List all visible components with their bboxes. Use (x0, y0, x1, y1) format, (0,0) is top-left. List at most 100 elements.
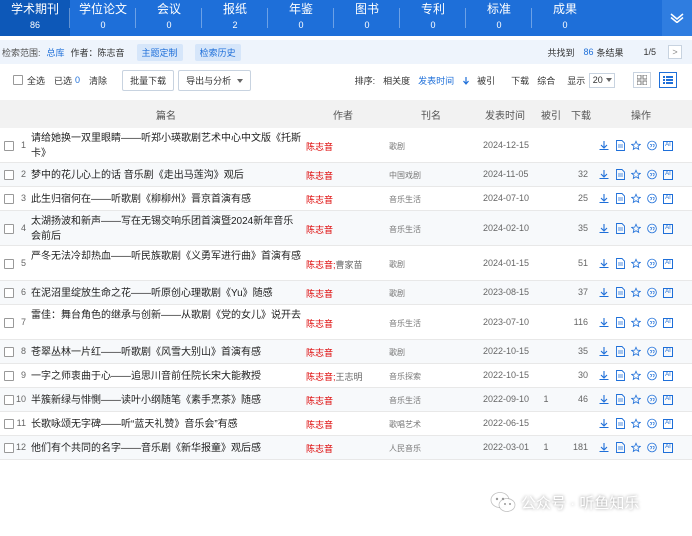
article-title-link[interactable]: 严冬无法冷却热血——听民族歌剧《义勇军进行曲》首演有感 (31, 249, 301, 264)
download-icon[interactable] (599, 317, 609, 328)
page-size-select[interactable]: 20 (589, 72, 616, 88)
row-checkbox[interactable] (4, 371, 14, 381)
favorite-star-icon[interactable] (631, 140, 641, 151)
cite-quote-icon[interactable] (647, 418, 657, 429)
read-html-icon[interactable] (615, 418, 625, 429)
ai-assist-icon[interactable]: AI (663, 287, 673, 298)
sort-cite[interactable]: 被引 (477, 74, 495, 87)
row-checkbox[interactable] (4, 141, 14, 151)
search-history-button[interactable]: 检索历史 (194, 43, 241, 61)
favorite-star-icon[interactable] (631, 169, 641, 180)
ai-assist-icon[interactable]: AI (663, 140, 673, 151)
author-link[interactable]: 陈志音; (306, 260, 336, 270)
ai-assist-icon[interactable]: AI (663, 193, 673, 204)
row-checkbox[interactable] (4, 395, 14, 405)
article-title-link[interactable]: 苍翠丛林一片红——听歌剧《风雪大别山》首演有感 (31, 345, 301, 360)
coauthor-link[interactable]: 王志明 (336, 372, 363, 382)
ai-assist-icon[interactable]: AI (663, 223, 673, 234)
download-icon[interactable] (599, 287, 609, 298)
read-html-icon[interactable] (615, 394, 625, 405)
tab-3[interactable]: 报纸 2 (202, 0, 268, 36)
row-checkbox[interactable] (4, 194, 14, 204)
topic-subscribe-button[interactable]: 主题定制 (136, 43, 183, 61)
read-html-icon[interactable] (615, 317, 625, 328)
download-icon[interactable] (599, 223, 609, 234)
row-checkbox[interactable] (4, 170, 14, 180)
next-page-button[interactable]: > (668, 45, 682, 59)
grid-view-button[interactable] (633, 72, 652, 88)
tab-2[interactable]: 会议 0 (136, 0, 202, 36)
select-all-checkbox[interactable] (13, 75, 23, 85)
download-icon[interactable] (599, 193, 609, 204)
tab-1[interactable]: 学位论文 0 (70, 0, 136, 36)
row-checkbox[interactable] (4, 347, 14, 357)
read-html-icon[interactable] (615, 258, 625, 269)
favorite-star-icon[interactable] (631, 346, 641, 357)
article-title-link[interactable]: 太湖扬波和新声——写在无锡交响乐团首演暨2024新年音乐会前后 (31, 214, 301, 244)
download-icon[interactable] (599, 394, 609, 405)
cite-quote-icon[interactable] (647, 287, 657, 298)
article-title-link[interactable]: 雷佳：舞台角色的继承与创新——从歌剧《党的女儿》说开去 (31, 308, 301, 323)
scope-database-link[interactable]: 总库 (47, 46, 65, 59)
article-title-link[interactable]: 请给她换一双里眼睛——听郑小瑛歌剧艺术中心中文版《托斯卡》 (31, 131, 301, 161)
read-html-icon[interactable] (615, 140, 625, 151)
article-title-link[interactable]: 梦中的花儿心上的话 音乐剧《走出马莲沟》观后 (31, 168, 301, 183)
favorite-star-icon[interactable] (631, 258, 641, 269)
author-link[interactable]: 陈志音 (306, 319, 333, 329)
tab-7[interactable]: 标准 0 (466, 0, 532, 36)
favorite-star-icon[interactable] (631, 442, 641, 453)
header-cite[interactable]: 被引 (541, 107, 561, 122)
cite-quote-icon[interactable] (647, 442, 657, 453)
read-html-icon[interactable] (615, 346, 625, 357)
row-checkbox[interactable] (4, 288, 14, 298)
cite-count[interactable]: 1 (536, 394, 556, 404)
journal-link[interactable]: 音乐生活 (389, 318, 421, 329)
favorite-star-icon[interactable] (631, 193, 641, 204)
article-title-link[interactable]: 此生归宿何在——听歌剧《柳柳州》晋京首演有感 (31, 192, 301, 207)
article-title-link[interactable]: 一字之师衷曲于心——追思川音前任院长宋大能教授 (31, 369, 301, 384)
tab-0[interactable]: 学术期刊 86 (0, 0, 70, 36)
batch-download-button[interactable]: 批量下载 (122, 69, 175, 91)
header-download[interactable]: 下载 (571, 107, 591, 122)
article-title-link[interactable]: 他们有个共同的名字——音乐剧《新华报童》观后感 (31, 441, 301, 456)
favorite-star-icon[interactable] (631, 317, 641, 328)
journal-link[interactable]: 人民音乐 (389, 443, 421, 454)
journal-link[interactable]: 音乐生活 (389, 395, 421, 406)
cite-count[interactable]: 1 (536, 442, 556, 452)
author-link[interactable]: 陈志音 (306, 289, 333, 299)
row-checkbox[interactable] (4, 443, 14, 453)
export-analysis-button[interactable]: 导出与分析 (178, 69, 251, 91)
tab-6[interactable]: 专利 0 (400, 0, 466, 36)
journal-link[interactable]: 音乐生活 (389, 224, 421, 235)
author-link[interactable]: 陈志音 (306, 420, 333, 430)
sort-download[interactable]: 下载 (511, 74, 529, 87)
journal-link[interactable]: 歌剧 (389, 288, 405, 299)
read-html-icon[interactable] (615, 287, 625, 298)
favorite-star-icon[interactable] (631, 223, 641, 234)
sort-relevance[interactable]: 相关度 (383, 74, 410, 87)
journal-link[interactable]: 歌剧 (389, 347, 405, 358)
author-link[interactable]: 陈志音 (306, 225, 333, 235)
read-html-icon[interactable] (615, 169, 625, 180)
read-html-icon[interactable] (615, 442, 625, 453)
cite-quote-icon[interactable] (647, 223, 657, 234)
cite-quote-icon[interactable] (647, 317, 657, 328)
ai-assist-icon[interactable]: AI (663, 258, 673, 269)
ai-assist-icon[interactable]: AI (663, 370, 673, 381)
cite-quote-icon[interactable] (647, 169, 657, 180)
favorite-star-icon[interactable] (631, 394, 641, 405)
cite-quote-icon[interactable] (647, 346, 657, 357)
row-checkbox[interactable] (4, 259, 14, 269)
download-icon[interactable] (599, 258, 609, 269)
row-checkbox[interactable] (4, 224, 14, 234)
cite-quote-icon[interactable] (647, 370, 657, 381)
select-all-label[interactable]: 全选 (27, 74, 45, 87)
author-link[interactable]: 陈志音 (306, 396, 333, 406)
ai-assist-icon[interactable]: AI (663, 317, 673, 328)
journal-link[interactable]: 歌唱艺术 (389, 419, 421, 430)
cite-quote-icon[interactable] (647, 394, 657, 405)
sort-overall[interactable]: 综合 (537, 74, 555, 87)
list-view-button[interactable] (659, 72, 678, 88)
download-icon[interactable] (599, 346, 609, 357)
favorite-star-icon[interactable] (631, 370, 641, 381)
